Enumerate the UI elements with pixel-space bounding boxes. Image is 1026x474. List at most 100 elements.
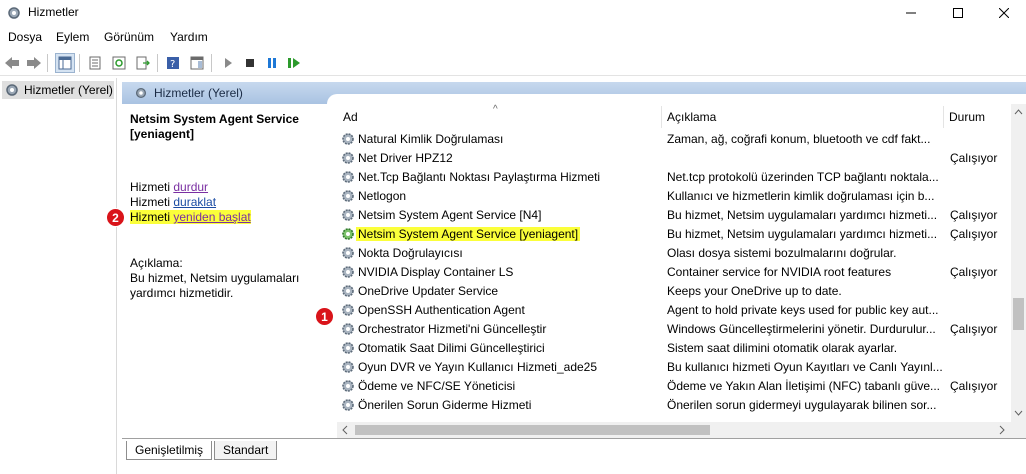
scroll-right-icon — [999, 425, 1005, 435]
table-row[interactable]: Oyun DVR ve Yayın Kullanıcı Hizmeti_ade2… — [337, 358, 1011, 377]
table-row[interactable]: Net.Tcp Bağlantı Noktası Paylaştırma Hiz… — [337, 168, 1011, 187]
service-description-cell: Agent to hold private keys used for publ… — [667, 303, 939, 317]
scroll-left-icon — [342, 425, 348, 435]
back-button[interactable] — [2, 53, 22, 73]
services-panel: Hizmetler (Yerel) Netsim System Agent Se… — [106, 82, 1026, 438]
services-gear-icon — [6, 84, 18, 96]
service-name: Netsim System Agent Service [N4] — [358, 208, 542, 222]
table-row[interactable]: Netlogon Kullanıcı ve hizmetlerin kimlik … — [337, 187, 1011, 206]
tab-standard[interactable]: Standart — [214, 441, 278, 460]
tree-item-local-services[interactable]: Hizmetler (Yerel) — [2, 81, 114, 99]
forward-arrow-icon — [27, 57, 41, 69]
panel-header: Hizmetler (Yerel) — [122, 82, 1026, 106]
title-bar: Hizmetler — [0, 0, 1026, 26]
stop-icon — [246, 59, 254, 67]
restart-prefix: Hizmeti — [130, 210, 174, 224]
tab-extended[interactable]: Genişletilmiş — [126, 441, 213, 460]
service-gear-icon — [342, 304, 354, 316]
column-header-status[interactable]: Durum — [943, 104, 1011, 130]
table-row[interactable]: OneDrive Updater Service Keeps your OneDr… — [337, 282, 1011, 301]
refresh-button[interactable] — [109, 53, 129, 73]
vertical-scroll-thumb[interactable] — [1013, 298, 1024, 330]
service-description-cell: Zaman, ağ, coğrafi konum, bluetooth ve c… — [667, 132, 931, 146]
table-row[interactable]: Ödeme ve NFC/SE Yöneticisi Ödeme ve Yakın… — [337, 377, 1011, 396]
extended-details-pane: Netsim System Agent Service [yeniagent] … — [106, 104, 332, 438]
close-button[interactable] — [981, 0, 1026, 26]
start-service-button[interactable] — [218, 53, 238, 73]
maximize-button[interactable] — [935, 0, 981, 26]
table-row[interactable]: NVIDIA Display Container LS Container ser… — [337, 263, 1011, 282]
vertical-scrollbar[interactable] — [1011, 104, 1026, 438]
pause-service-link[interactable]: duraklat — [173, 195, 216, 209]
show-console-tree-button[interactable] — [55, 53, 75, 73]
service-name: Natural Kimlik Doğrulaması — [358, 132, 504, 146]
service-description-cell: Önerilen sorun gidermeyi uygulayarak bil… — [667, 398, 937, 412]
step-badge-1: 1 — [315, 307, 334, 326]
table-row[interactable]: Netsim System Agent Service [yeniagent] B… — [337, 225, 1011, 244]
service-gear-icon — [342, 171, 354, 183]
table-row[interactable]: OpenSSH Authentication Agent Agent to hol… — [337, 301, 1011, 320]
maximize-icon — [953, 8, 963, 18]
export-icon — [136, 56, 150, 70]
forward-button[interactable] — [24, 53, 44, 73]
selected-service-name: Netsim System Agent Service [yeniagent] — [130, 112, 299, 141]
view-tabs: Genişletilmiş Standart — [122, 438, 1026, 474]
table-row[interactable]: Orchestrator Hizmeti'ni Güncelleştir Wind… — [337, 320, 1011, 339]
service-status: Çalışıyor — [950, 208, 998, 222]
svg-text:?: ? — [170, 59, 175, 70]
service-name: Nokta Doğrulayıcısı — [358, 246, 463, 260]
services-window: Hizmetler Dosya Eylem Görünüm Yardım ? H… — [0, 0, 1026, 474]
service-name: OneDrive Updater Service — [358, 284, 499, 298]
table-row[interactable]: Önerilen Sorun Giderme Hizmeti Önerilen s… — [337, 396, 1011, 415]
menu-action[interactable]: Eylem — [56, 30, 89, 44]
horizontal-scroll-thumb[interactable] — [355, 425, 710, 435]
restart-service-link[interactable]: yeniden başlat — [173, 210, 250, 224]
column-header-name[interactable]: Ad — [337, 104, 661, 130]
play-icon — [225, 58, 232, 68]
stop-service-button[interactable] — [240, 53, 260, 73]
service-name: Netlogon — [358, 189, 407, 203]
service-name: Otomatik Saat Dilimi Güncelleştirici — [358, 341, 545, 355]
service-name: Önerilen Sorun Giderme Hizmeti — [358, 398, 532, 412]
pause-icon — [268, 58, 276, 68]
help-button[interactable]: ? — [163, 53, 183, 73]
service-description-cell: Windows Güncelleştirmelerini yönetir. Du… — [667, 322, 936, 336]
properties-button[interactable] — [85, 53, 105, 73]
table-row[interactable]: Otomatik Saat Dilimi Güncelleştirici Sist… — [337, 339, 1011, 358]
service-description-cell: Sistem saat dilimini otomatik olarak aya… — [667, 341, 898, 355]
restart-service-button[interactable] — [284, 53, 304, 73]
properties-icon — [89, 56, 101, 70]
service-name: Netsim System Agent Service [yeniagent] — [356, 227, 581, 241]
service-gear-icon — [342, 342, 354, 354]
minimize-icon — [906, 12, 916, 14]
column-header-description[interactable]: Açıklama — [661, 104, 943, 130]
menu-help[interactable]: Yardım — [170, 30, 208, 44]
table-row[interactable]: Netsim System Agent Service [N4] Bu hizme… — [337, 206, 1011, 225]
services-list: Ad ^ Açıklama Durum Natural Kimlik Doğru… — [315, 104, 1026, 438]
minimize-button[interactable] — [888, 0, 934, 26]
stop-prefix: Hizmeti — [130, 180, 174, 194]
menu-file[interactable]: Dosya — [8, 30, 42, 44]
horizontal-scrollbar[interactable] — [337, 422, 1011, 438]
toolbar: ? — [0, 50, 1026, 76]
table-row[interactable]: Natural Kimlik Doğrulaması Zaman, ağ, coğ… — [337, 130, 1011, 149]
service-description-cell: Bu kullanıcı hizmeti Oyun Kayıtları ve C… — [667, 360, 943, 374]
export-list-button[interactable] — [133, 53, 153, 73]
pause-service-button[interactable] — [262, 53, 282, 73]
help-icon: ? — [167, 57, 179, 70]
service-gear-icon — [342, 152, 354, 164]
view-button[interactable] — [187, 53, 207, 73]
table-row[interactable]: Net Driver HPZ12 Çalışıyor — [337, 149, 1011, 168]
scroll-up-icon — [1014, 109, 1023, 115]
back-arrow-icon — [5, 57, 19, 69]
service-status: Çalışıyor — [950, 227, 998, 241]
menu-view[interactable]: Görünüm — [104, 30, 154, 44]
service-gear-icon — [342, 399, 354, 411]
step-badge-2: 2 — [106, 208, 125, 227]
service-description-cell: Bu hizmet, Netsim uygulamaları yardımcı … — [667, 227, 938, 241]
service-status: Çalışıyor — [950, 379, 998, 393]
service-running-gear-icon — [342, 228, 354, 240]
stop-service-link[interactable]: durdur — [173, 180, 208, 194]
table-row[interactable]: Nokta Doğrulayıcısı Olası dosya sistemi b… — [337, 244, 1011, 263]
close-icon — [999, 8, 1009, 18]
